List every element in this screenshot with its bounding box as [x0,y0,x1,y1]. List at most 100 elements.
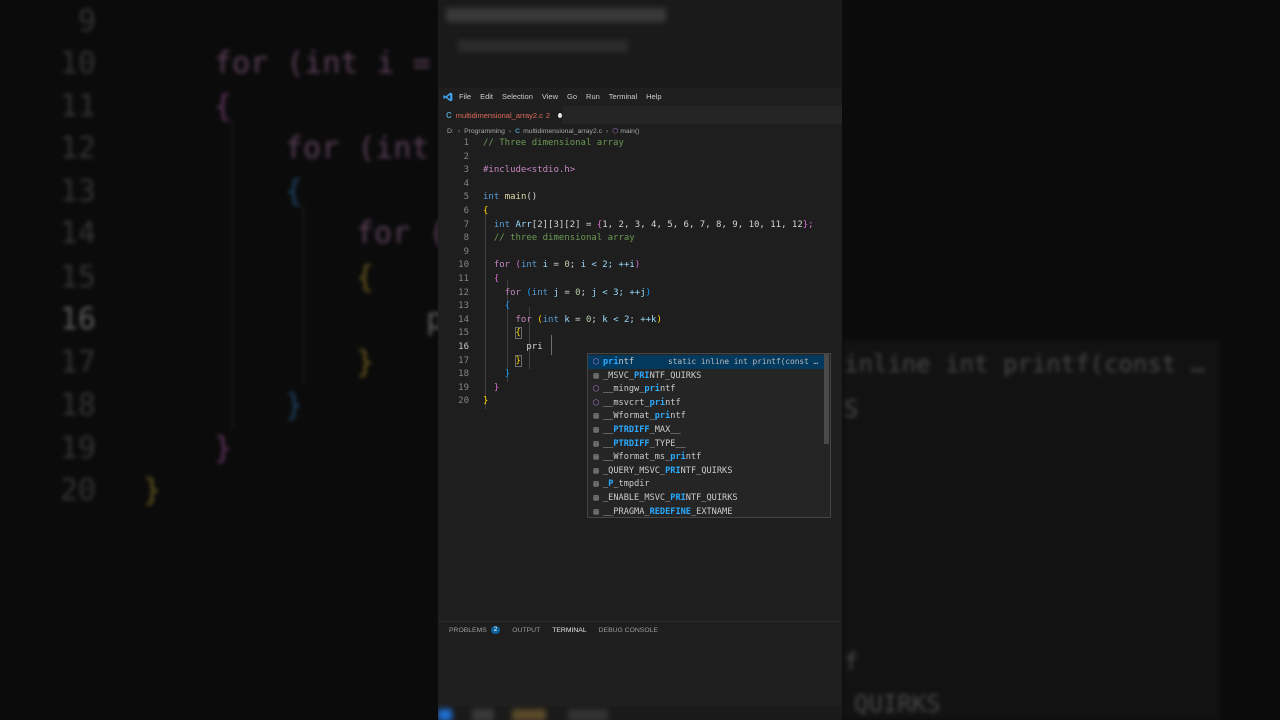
tab-output[interactable]: OUTPUT [512,627,540,634]
menu-edit[interactable]: Edit [480,92,493,101]
indent-guide-active [551,335,552,355]
loop-var: k [564,314,570,325]
tab-multidimensional-array2[interactable]: C multidimensional_array2.c 2 [438,106,562,124]
tab-filename: multidimensional_array2.c [455,110,543,120]
suggestion-item[interactable]: ▤ __Wformat_printf [588,409,824,423]
brace-close: }; [802,219,814,230]
line-number: 2 [463,151,469,162]
suggestion-item[interactable]: ▤ __PRAGMA_REDEFINE_EXTNAME [588,505,824,519]
bg-code-line: { [214,89,233,124]
breadcrumb-drive[interactable]: D: [447,128,454,135]
line-number: 8 [463,233,469,244]
suggestion-item[interactable]: ⬡ __msvcrt_printf [588,396,824,410]
constant-icon: ▤ [593,370,599,380]
brace: } [514,354,523,367]
suggestion-item[interactable]: ▤ _QUERY_MSVC_PRINTF_QUIRKS [588,464,824,478]
assign: = [580,219,597,230]
suggestion-item[interactable]: ▤ __PTRDIFF_MAX__ [588,423,824,437]
bg-suggest-row: S [844,395,859,423]
suggestion-item[interactable]: ▤ __Wformat_ms_printf [588,450,824,464]
code-line: for (int j = 0; j < 3; ++j) [504,287,652,298]
initializer-values: 1, 2, 3, 4, 5, 6, 7, 8, 9, 10, 11, 12 [602,219,803,230]
suggestion-item[interactable]: ▤ _P_tmpdir [588,477,824,491]
code-line-active: pri [483,341,542,355]
suggestion-item[interactable]: ▤ _MSVC_PRINTF_QUIRKS [588,369,824,383]
problems-badge: 2 [490,626,501,634]
line-number: 18 [458,369,469,380]
code-line: int main() [483,191,537,205]
comment: // Three dimensional array [483,138,624,148]
line-number: 5 [463,192,469,203]
keyword-type: int [493,219,511,230]
line-number: 10 [458,260,469,271]
suggestion-item[interactable]: ▤ __PTRDIFF_TYPE__ [588,437,824,451]
method-cube-icon: ⬡ [612,128,619,135]
chevron-right-icon: › [508,127,512,135]
breadcrumb-symbol[interactable]: main() [620,128,639,135]
menu-bar: File Edit Selection View Go Run Terminal… [438,88,842,105]
menu-run[interactable]: Run [586,92,600,101]
line-number: 9 [463,246,469,257]
suggestion-item[interactable]: ⬡ printf static inline int printf(const … [588,355,824,369]
code-line: // Three dimensional array [483,137,624,151]
bg-code-line: for (int i = [214,46,431,81]
panel-tabs: PROBLEMS 2 OUTPUT TERMINAL DEBUG CONSOLE [449,626,670,634]
menu-terminal[interactable]: Terminal [609,92,637,101]
keyword-for: for [515,314,532,325]
blurred-taskbar [438,707,842,720]
breadcrumb: D: › Programming › C multidimensional_ar… [447,126,640,136]
comment: // three dimensional array [493,233,635,244]
line-number: 12 [458,287,469,298]
c-file-icon: C [446,110,452,120]
chevron-right-icon: › [606,127,609,135]
bg-line-number: 20 [59,473,96,508]
code-line: { [483,300,510,314]
menu-help[interactable]: Help [646,92,661,101]
constant-icon: ▤ [593,506,599,516]
bg-line-number: 19 [59,431,96,466]
breadcrumb-folder[interactable]: Programming [464,128,505,135]
line-number: 13 [458,301,469,312]
tab-problems[interactable]: PROBLEMS 2 [449,626,501,634]
bg-line-number: 16 [59,302,96,337]
line-number: 3 [463,165,469,176]
suggestion-widget[interactable]: ⬡ printf static inline int printf(const …… [587,353,831,518]
constant-icon: ▤ [593,452,599,462]
constant-icon: ▤ [593,411,599,421]
loop-var: i [542,260,549,271]
bg-line-number: 13 [59,174,96,209]
cube-icon: ⬡ [592,357,600,366]
tab-debug-console[interactable]: DEBUG CONSOLE [599,627,658,634]
suggestion-item[interactable]: ▤ _ENABLE_MSVC_PRINTF_QUIRKS [588,491,824,505]
loop-cond: i < 2; ++i [580,260,635,271]
unsaved-dot-icon[interactable] [558,112,562,118]
menu-view[interactable]: View [542,92,558,101]
keyword-for: for [493,260,511,271]
code-line: #include<stdio.h> [483,164,575,178]
line-number: 15 [458,328,469,339]
bg-code-line: { [356,260,375,295]
tab-terminal[interactable]: TERMINAL [552,627,586,634]
bg-code-line: { [285,174,304,209]
breadcrumb-file[interactable]: multidimensional_array2.c [523,128,602,135]
menu-file[interactable]: File [459,92,471,101]
code-line: // three dimensional array [483,232,635,246]
suggestion-item[interactable]: ⬡ __mingw_printf [588,382,824,396]
loop-cond: k < 2; ++k [602,314,657,325]
line-number: 7 [463,219,469,230]
loop-cond: j < 3; ++j [591,287,646,298]
line-number-active: 16 [458,342,469,352]
line-number: 19 [458,382,469,393]
brace: } [493,382,500,393]
menu-go[interactable]: Go [567,92,577,101]
bg-indent-guide [303,205,304,385]
code-line: { [483,327,523,341]
menu-selection[interactable]: Selection [502,92,533,101]
keyword-for: for [504,287,521,298]
c-file-icon: C [515,127,521,135]
array-dims: [2][3][2] [531,219,581,230]
code-line: for (int i = 0; i < 2; ++i) [493,260,641,271]
constant-icon: ▤ [593,425,599,434]
suggestion-scrollbar[interactable] [824,354,829,444]
constant-icon: ▤ [593,493,599,502]
